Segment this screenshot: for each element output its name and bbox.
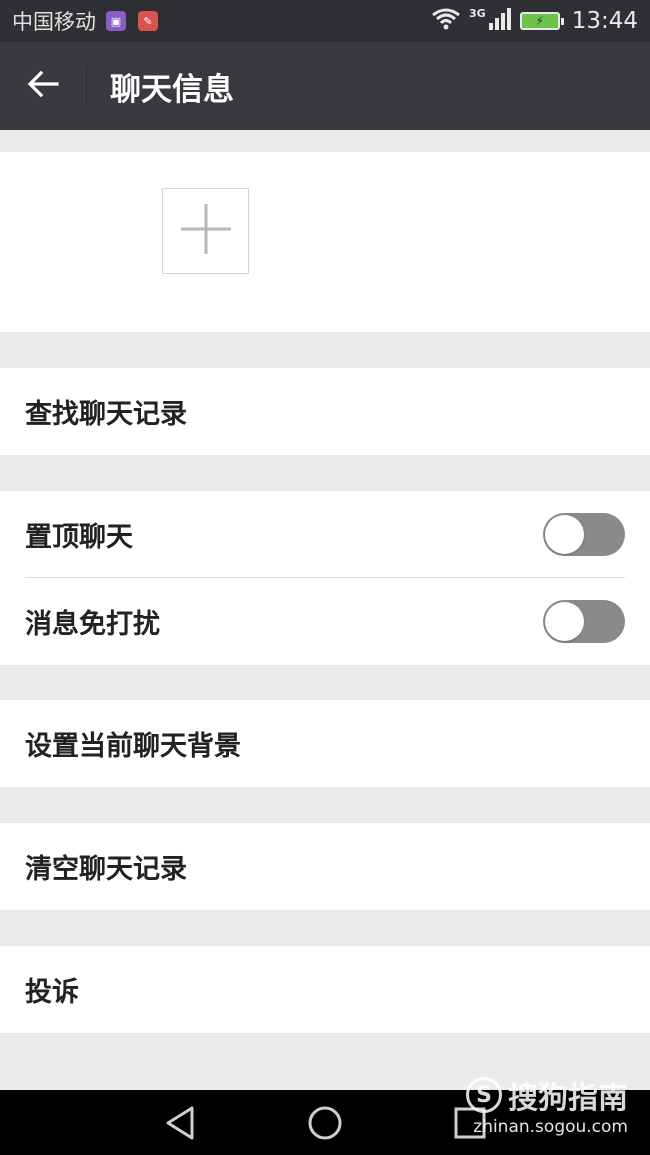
- app-bar: 聊天信息: [0, 42, 650, 130]
- navigation-bar: S 搜狗指南 zhinan.sogou.com: [0, 1077, 650, 1155]
- back-triangle-icon[interactable]: [162, 1104, 200, 1142]
- report-row[interactable]: 投诉: [0, 946, 650, 1033]
- add-member-button[interactable]: [162, 188, 249, 274]
- arrow-left-icon: [27, 70, 59, 102]
- clear-chat-history-label: 清空聊天记录: [25, 854, 187, 885]
- watermark: S 搜狗指南 zhinan.sogou.com: [466, 1073, 628, 1137]
- toggle-knob: [545, 515, 584, 554]
- status-bar: 中国移动 ▣ ✎ 3G ⚡ 13:44: [0, 0, 650, 42]
- search-chat-history-label: 查找聊天记录: [25, 399, 187, 430]
- set-chat-background-label: 设置当前聊天背景: [25, 731, 241, 762]
- mute-notifications-row: 消息免打扰: [0, 578, 650, 665]
- wifi-icon: [431, 7, 461, 35]
- watermark-brand: S 搜狗指南: [466, 1073, 628, 1117]
- members-section: [0, 152, 650, 332]
- clear-chat-history-row[interactable]: 清空聊天记录: [0, 823, 650, 910]
- carrier-name: 中国移动: [12, 10, 96, 34]
- toggle-knob: [545, 602, 584, 641]
- page-title: 聊天信息: [110, 71, 234, 108]
- pin-chat-toggle[interactable]: [543, 513, 625, 556]
- clock: 13:44: [571, 8, 638, 34]
- sogou-logo-icon: S: [466, 1077, 502, 1113]
- mute-notifications-label: 消息免打扰: [25, 609, 160, 640]
- watermark-url: zhinan.sogou.com: [473, 1117, 628, 1137]
- app-bar-divider: [86, 66, 87, 106]
- app-notification-icon: ✎: [138, 11, 158, 31]
- mute-notifications-toggle[interactable]: [543, 600, 625, 643]
- battery-charging-icon: ⚡: [519, 12, 564, 30]
- home-circle-icon[interactable]: [306, 1104, 344, 1142]
- pin-chat-label: 置顶聊天: [25, 522, 133, 553]
- report-label: 投诉: [25, 977, 79, 1008]
- back-button[interactable]: [0, 42, 86, 130]
- search-chat-history-row[interactable]: 查找聊天记录: [0, 368, 650, 455]
- gallery-notification-icon: ▣: [106, 11, 126, 31]
- signal-icon: [488, 7, 512, 35]
- plus-icon: [179, 202, 233, 260]
- network-type-label: 3G: [469, 6, 486, 20]
- set-chat-background-row[interactable]: 设置当前聊天背景: [0, 700, 650, 787]
- pin-chat-row: 置顶聊天: [0, 491, 650, 578]
- watermark-brand-text: 搜狗指南: [508, 1081, 628, 1116]
- status-indicators: 3G ⚡ 13:44: [431, 7, 638, 35]
